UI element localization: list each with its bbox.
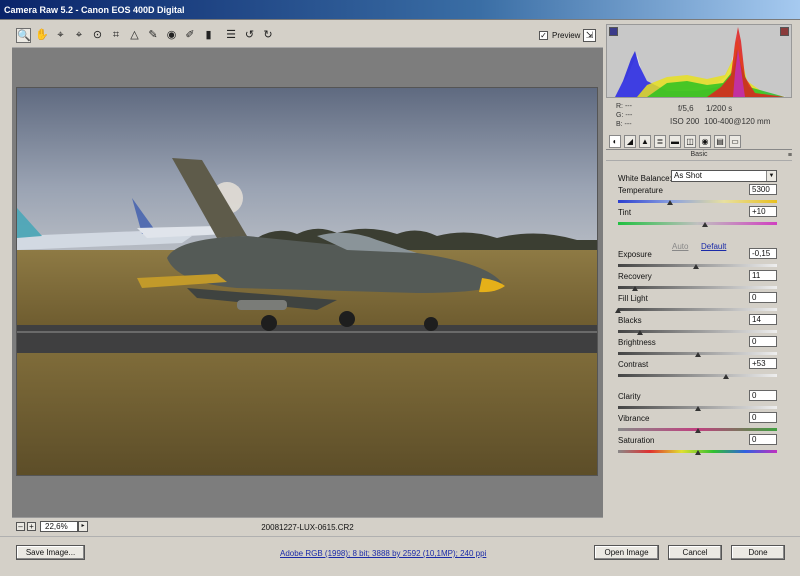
file-name: 20081227-LUX-0615.CR2 bbox=[261, 523, 354, 532]
tab-tone-curve[interactable]: ◢ bbox=[624, 135, 636, 148]
white-balance-tool-icon[interactable]: ⌖ bbox=[53, 28, 68, 43]
slider-value-exposure[interactable]: -0,15 bbox=[749, 248, 777, 259]
panel-tabs: ◐ ◢ ▲ ≣ ▬ ◫ ◉ ▤ ▭ bbox=[606, 134, 792, 150]
exif-lens: 100-400@120 mm bbox=[704, 117, 771, 126]
info-readout: R: --- G: --- B: --- f/5,6 1/200 s ISO 2… bbox=[606, 101, 792, 131]
exif-shutter: 1/200 s bbox=[706, 104, 733, 113]
straighten-tool-icon[interactable]: △ bbox=[127, 28, 142, 43]
crop-tool-icon[interactable]: ⌗ bbox=[109, 28, 124, 43]
tab-split-toning[interactable]: ▬ bbox=[669, 135, 681, 148]
slider-thumb-vibrance[interactable] bbox=[694, 428, 701, 433]
slider-value-temperature[interactable]: 5300 bbox=[749, 184, 777, 195]
rotate-left-icon[interactable]: ↺ bbox=[242, 28, 257, 43]
slider-value-contrast[interactable]: +53 bbox=[749, 358, 777, 369]
hand-tool-icon[interactable]: ✋ bbox=[35, 28, 50, 43]
slider-label-contrast: Contrast bbox=[618, 360, 649, 369]
default-link[interactable]: Default bbox=[701, 242, 726, 251]
tab-presets[interactable]: ▤ bbox=[714, 135, 726, 148]
color-sampler-tool-icon[interactable]: ⌖ bbox=[72, 28, 87, 43]
histogram-graph bbox=[615, 27, 785, 97]
slider-value-blacks[interactable]: 14 bbox=[749, 314, 777, 325]
graduated-filter-icon[interactable]: ▮ bbox=[201, 28, 216, 43]
slider-label-blacks: Blacks bbox=[618, 316, 642, 325]
exif-aperture: f/5,6 bbox=[678, 104, 694, 113]
slider-label-vibrance: Vibrance bbox=[618, 414, 650, 423]
photo-image bbox=[17, 88, 597, 475]
slider-label-fill-light: Fill Light bbox=[618, 294, 648, 303]
slider-track-temperature[interactable] bbox=[618, 200, 777, 203]
photo-preview bbox=[16, 87, 598, 476]
slider-label-temperature: Temperature bbox=[618, 186, 663, 195]
slider-thumb-recovery[interactable] bbox=[632, 286, 639, 291]
white-balance-label: White Balance: bbox=[618, 174, 672, 183]
rotate-right-icon[interactable]: ↻ bbox=[261, 28, 276, 43]
slider-value-brightness[interactable]: 0 bbox=[749, 336, 777, 347]
adjustments-panel: R: --- G: --- B: --- f/5,6 1/200 s ISO 2… bbox=[606, 24, 794, 536]
slider-thumb-exposure[interactable] bbox=[692, 264, 699, 269]
panel-menu-icon[interactable]: ≡ bbox=[788, 152, 792, 159]
window-title: Camera Raw 5.2 - Canon EOS 400D Digital bbox=[0, 0, 800, 20]
slider-label-exposure: Exposure bbox=[618, 250, 652, 259]
slider-track-contrast[interactable] bbox=[618, 374, 777, 377]
slider-value-recovery[interactable]: 11 bbox=[749, 270, 777, 281]
highlight-clipping-warning-icon[interactable] bbox=[780, 27, 789, 36]
readout-b: B: --- bbox=[616, 121, 632, 128]
preview-canvas[interactable] bbox=[12, 48, 603, 517]
tab-detail[interactable]: ▲ bbox=[639, 135, 651, 148]
preview-checkbox[interactable]: ✓ bbox=[539, 31, 548, 40]
histogram bbox=[606, 24, 792, 98]
slider-thumb-fill-light[interactable] bbox=[615, 308, 621, 313]
slider-track-recovery[interactable] bbox=[618, 286, 777, 289]
tab-hsl[interactable]: ≣ bbox=[654, 135, 666, 148]
status-bar: – + 22,6% ▸ 20081227-LUX-0615.CR2 bbox=[12, 517, 603, 535]
slider-thumb-brightness[interactable] bbox=[694, 352, 701, 357]
section-title: Basic bbox=[606, 151, 792, 161]
slider-track-tint[interactable] bbox=[618, 222, 777, 225]
slider-value-clarity[interactable]: 0 bbox=[749, 390, 777, 401]
readout-r: R: --- bbox=[616, 103, 632, 110]
tab-basic[interactable]: ◐ bbox=[609, 135, 621, 148]
exif-iso: ISO 200 bbox=[670, 117, 700, 126]
slider-thumb-tint[interactable] bbox=[702, 222, 709, 227]
white-balance-select[interactable]: As Shot ▼ bbox=[671, 170, 777, 182]
slider-label-tint: Tint bbox=[618, 208, 632, 217]
targeted-adjustment-tool-icon[interactable]: ⊙ bbox=[90, 28, 105, 43]
slider-thumb-saturation[interactable] bbox=[694, 450, 701, 455]
readout-g: G: --- bbox=[616, 112, 633, 119]
slider-thumb-contrast[interactable] bbox=[723, 374, 730, 379]
tab-snapshots[interactable]: ▭ bbox=[729, 135, 741, 148]
toolbar: ✓ Preview ⇲ 🔍 ✋ ⌖ ⌖ ⊙ ⌗ △ ✎ ◉ ✐ ▮ ☰ ↺ ↻ bbox=[12, 24, 603, 48]
tab-camera-calibration[interactable]: ◉ bbox=[699, 135, 711, 148]
done-button[interactable]: Done bbox=[731, 545, 785, 560]
slider-label-brightness: Brightness bbox=[618, 338, 656, 347]
slider-label-recovery: Recovery bbox=[618, 272, 652, 281]
cancel-button[interactable]: Cancel bbox=[668, 545, 722, 560]
preview-label: Preview bbox=[552, 31, 581, 40]
tab-lens-corrections[interactable]: ◫ bbox=[684, 135, 696, 148]
open-image-button[interactable]: Open Image bbox=[594, 545, 659, 560]
slider-value-vibrance[interactable]: 0 bbox=[749, 412, 777, 423]
auto-link[interactable]: Auto bbox=[672, 242, 688, 251]
slider-value-tint[interactable]: +10 bbox=[749, 206, 777, 217]
workflow-options-link[interactable]: Adobe RGB (1998); 8 bit; 3888 by 2592 (1… bbox=[280, 549, 486, 558]
white-balance-value: As Shot bbox=[674, 171, 703, 180]
save-image-button[interactable]: Save Image... bbox=[16, 545, 85, 560]
slider-label-clarity: Clarity bbox=[618, 392, 641, 401]
bottom-bar: Save Image... Adobe RGB (1998); 8 bit; 3… bbox=[0, 536, 800, 576]
adjustment-brush-icon[interactable]: ✐ bbox=[183, 28, 198, 43]
slider-label-saturation: Saturation bbox=[618, 436, 655, 445]
preferences-icon[interactable]: ☰ bbox=[224, 28, 239, 43]
slider-thumb-blacks[interactable] bbox=[637, 330, 644, 335]
slider-thumb-clarity[interactable] bbox=[694, 406, 701, 411]
slider-thumb-temperature[interactable] bbox=[667, 200, 674, 205]
shadow-clipping-warning-icon[interactable] bbox=[609, 27, 618, 36]
slider-track-fill-light[interactable] bbox=[618, 308, 777, 311]
slider-value-saturation[interactable]: 0 bbox=[749, 434, 777, 445]
red-eye-removal-tool-icon[interactable]: ◉ bbox=[164, 28, 179, 43]
slider-value-fill-light[interactable]: 0 bbox=[749, 292, 777, 303]
zoom-tool-icon[interactable]: 🔍 bbox=[16, 28, 31, 43]
fullscreen-icon[interactable]: ⇲ bbox=[583, 29, 596, 42]
chevron-down-icon[interactable]: ▼ bbox=[766, 171, 776, 181]
spot-removal-tool-icon[interactable]: ✎ bbox=[146, 28, 161, 43]
